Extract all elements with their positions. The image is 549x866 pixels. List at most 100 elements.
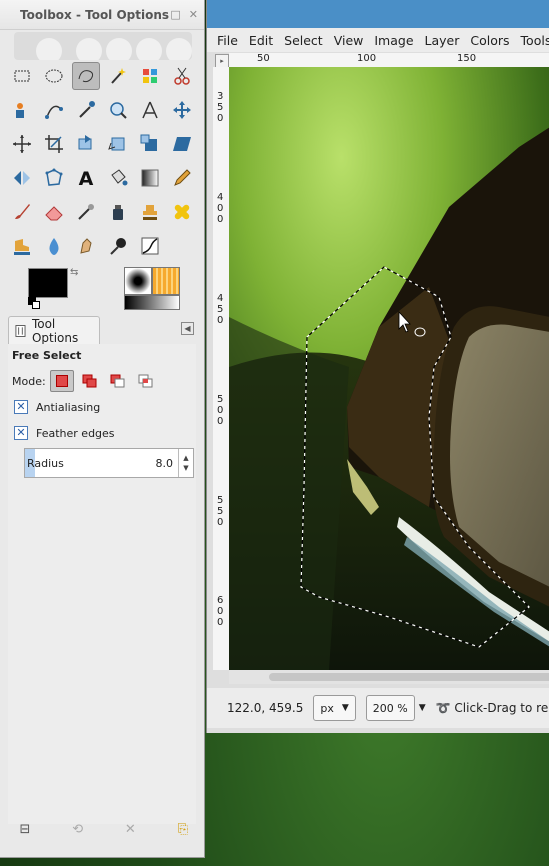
- dodge-burn-icon[interactable]: [104, 232, 132, 260]
- scrollbar-thumb[interactable]: [269, 673, 549, 681]
- toolbox-title: Toolbox - Tool Options: [20, 7, 170, 22]
- window-shade-icon[interactable]: □: [170, 8, 180, 21]
- perspective-clone-icon[interactable]: [8, 232, 36, 260]
- rect-select-icon[interactable]: [8, 62, 36, 90]
- menu-edit[interactable]: Edit: [249, 33, 273, 48]
- scale-icon[interactable]: [136, 130, 164, 158]
- eraser-icon[interactable]: [40, 198, 68, 226]
- smudge-icon[interactable]: [72, 232, 100, 260]
- feather-edges-checkbox[interactable]: ✕: [14, 426, 28, 440]
- menu-file[interactable]: File: [217, 33, 238, 48]
- feather-edges-row: ✕ Feather edges: [14, 426, 115, 440]
- spin-down-icon[interactable]: ▼: [183, 463, 188, 473]
- color-area: ⇆: [26, 265, 196, 313]
- status-bar: 122.0, 459.5 px ▼ 200 % ▼ ➰ Click-Drag t…: [207, 688, 549, 728]
- status-hint: ➰ Click-Drag to repla: [436, 701, 549, 715]
- wilber-drop-area[interactable]: [14, 32, 192, 60]
- airbrush-icon[interactable]: [72, 198, 100, 226]
- tool-options-title: Free Select: [12, 349, 82, 362]
- chevron-down-icon: ▼: [341, 703, 349, 713]
- tab-menu-icon[interactable]: ◀: [181, 322, 194, 335]
- radius-slider[interactable]: Radius 8.0 ▲ ▼: [24, 448, 194, 478]
- mode-subtract-button[interactable]: [106, 370, 130, 392]
- unit-value: px: [320, 701, 334, 715]
- paintbrush-icon[interactable]: [8, 198, 36, 226]
- color-picker-icon[interactable]: [72, 96, 100, 124]
- antialiasing-label: Antialiasing: [36, 400, 101, 414]
- mode-row: Mode:: [12, 370, 158, 392]
- unified-transform-icon[interactable]: [72, 130, 100, 158]
- mode-intersect-button[interactable]: [134, 370, 158, 392]
- cage-transform-icon[interactable]: [40, 164, 68, 192]
- rotate-icon[interactable]: [104, 130, 132, 158]
- pattern-indicator[interactable]: [152, 267, 180, 295]
- move-icon[interactable]: [168, 96, 196, 124]
- curves-icon[interactable]: [136, 232, 164, 260]
- select-by-color-icon[interactable]: [136, 62, 164, 90]
- unit-selector[interactable]: px ▼: [313, 695, 356, 721]
- menu-colors[interactable]: Colors: [470, 33, 509, 48]
- measure-icon[interactable]: [136, 96, 164, 124]
- ink-icon[interactable]: [104, 198, 132, 226]
- heal-icon[interactable]: [168, 198, 196, 226]
- tool-options-panel: Free Select Mode: ✕ Antialiasing ✕ Feath…: [8, 344, 196, 824]
- paths-icon[interactable]: [40, 96, 68, 124]
- bucket-fill-icon[interactable]: [104, 164, 132, 192]
- reset-options-icon[interactable]: ⎘: [172, 820, 194, 838]
- zoom-selector[interactable]: 200 %: [365, 695, 415, 721]
- brush-indicator[interactable]: [124, 267, 152, 295]
- horizontal-ruler[interactable]: 50 100 150: [229, 53, 549, 68]
- foreground-select-icon[interactable]: [8, 96, 36, 124]
- image-canvas[interactable]: [229, 67, 549, 670]
- vertical-ruler[interactable]: 350 400 450 500 550 600: [213, 67, 230, 670]
- antialiasing-checkbox[interactable]: ✕: [14, 400, 28, 414]
- scissors-select-icon[interactable]: [168, 62, 196, 90]
- text-icon[interactable]: A: [72, 164, 100, 192]
- fuzzy-select-icon[interactable]: [104, 62, 132, 90]
- toolbox-titlebar[interactable]: Toolbox - Tool Options □ ✕: [0, 0, 204, 30]
- tab-tool-options[interactable]: Tool Options: [8, 316, 100, 345]
- restore-options-icon[interactable]: ⟲: [67, 820, 89, 838]
- zoom-dropdown-icon[interactable]: ▼: [419, 703, 426, 713]
- menu-layer[interactable]: Layer: [425, 33, 460, 48]
- image-window: File Edit Select View Image Layer Colors…: [206, 0, 549, 733]
- shear-icon[interactable]: [168, 130, 196, 158]
- menu-tools[interactable]: Tools: [521, 33, 549, 48]
- foreground-color[interactable]: [28, 268, 68, 298]
- save-options-icon[interactable]: ⊟: [14, 820, 36, 838]
- default-colors-icon[interactable]: [28, 297, 40, 309]
- hruler-label: 100: [357, 53, 377, 64]
- dock-tab-row: Tool Options ◀: [8, 316, 196, 345]
- pencil-icon[interactable]: [168, 164, 196, 192]
- vruler-label: 550: [217, 495, 224, 528]
- mode-add-button[interactable]: [78, 370, 102, 392]
- blur-sharpen-icon[interactable]: [40, 232, 68, 260]
- tab-tool-options-label: Tool Options: [31, 316, 79, 345]
- menu-select[interactable]: Select: [284, 33, 323, 48]
- zoom-icon[interactable]: [104, 96, 132, 124]
- menu-image[interactable]: Image: [374, 33, 413, 48]
- swap-colors-icon[interactable]: ⇆: [70, 267, 78, 278]
- crop-icon[interactable]: [40, 130, 68, 158]
- toolbox-window: Toolbox - Tool Options □ ✕ A ⇆ Tool Opti…: [0, 0, 205, 858]
- vruler-label: 350: [217, 91, 224, 124]
- toolbox-bottom-bar: ⊟ ⟲ ✕ ⎘: [14, 820, 194, 838]
- free-select-icon[interactable]: [72, 62, 100, 90]
- gradient-indicator[interactable]: [124, 295, 180, 310]
- horizontal-scrollbar[interactable]: [229, 670, 549, 684]
- flip-icon[interactable]: [8, 164, 36, 192]
- vruler-label: 600: [217, 595, 224, 628]
- clone-icon[interactable]: [136, 198, 164, 226]
- radius-label: Radius: [27, 456, 64, 470]
- radius-spinner[interactable]: ▲ ▼: [178, 449, 193, 477]
- quick-mask-corner-icon[interactable]: ▸: [215, 54, 229, 68]
- image-window-titlebar[interactable]: [207, 0, 549, 29]
- ellipse-select-icon[interactable]: [40, 62, 68, 90]
- close-icon[interactable]: ✕: [189, 8, 198, 21]
- blend-icon[interactable]: [136, 164, 164, 192]
- align-icon[interactable]: [8, 130, 36, 158]
- delete-options-icon[interactable]: ✕: [119, 820, 141, 838]
- mode-replace-button[interactable]: [49, 370, 74, 392]
- spin-up-icon[interactable]: ▲: [183, 453, 188, 463]
- menu-view[interactable]: View: [334, 33, 364, 48]
